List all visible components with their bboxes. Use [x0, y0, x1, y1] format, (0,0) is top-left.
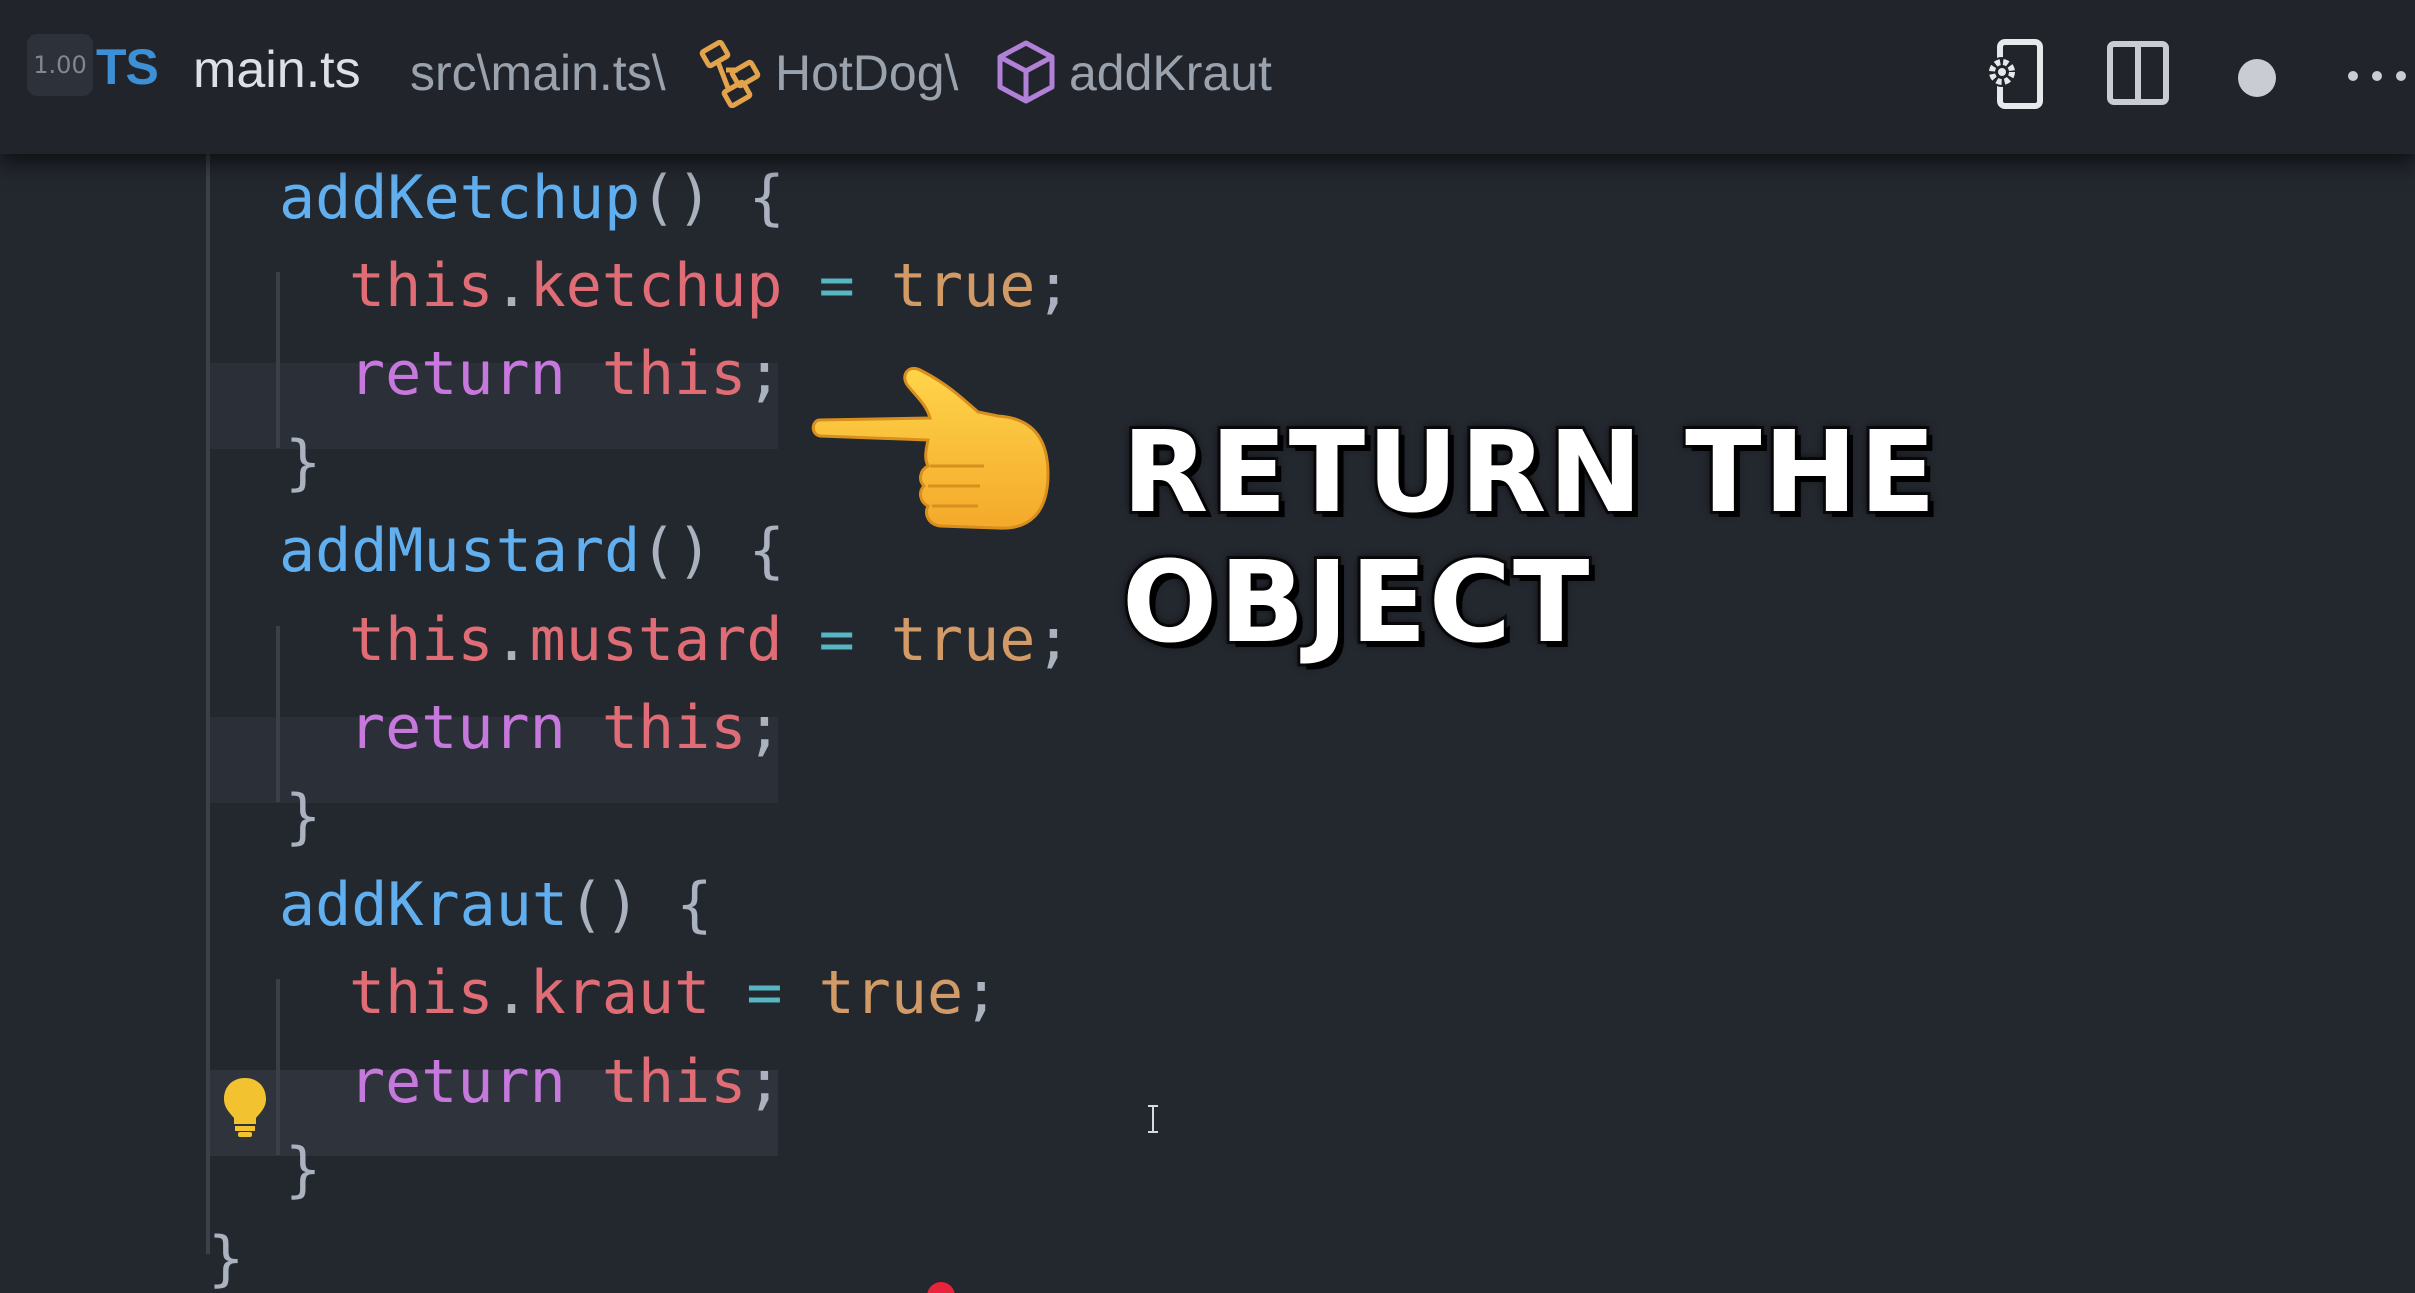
method-cube-icon	[997, 40, 1055, 104]
code-line[interactable]: }	[285, 773, 321, 861]
editor-tab-filename[interactable]: main.ts	[193, 40, 361, 100]
code-token: this	[349, 958, 494, 1028]
code-line[interactable]: this.mustard = true;	[349, 596, 1072, 684]
code-line[interactable]: addKetchup() {	[279, 154, 785, 242]
code-token: true	[890, 605, 1036, 675]
code-token: .	[493, 251, 530, 321]
text-cursor-icon	[1148, 1105, 1158, 1133]
code-token: return	[349, 339, 566, 409]
class-symbol-icon	[699, 40, 761, 108]
code-token: ketchup	[529, 251, 783, 321]
code-token: this	[601, 1047, 747, 1117]
code-editor[interactable]: addKetchup() {this.ketchup = true; return…	[0, 154, 2415, 1293]
code-token: }	[285, 428, 322, 498]
more-actions-icon[interactable]	[2345, 66, 2415, 86]
code-token: ;	[746, 1047, 783, 1117]
code-token: ;	[1035, 605, 1072, 675]
breadcrumb-method[interactable]: addKraut	[1069, 44, 1272, 102]
pointing-right-hand-icon	[811, 367, 1050, 530]
code-token: this	[601, 693, 747, 763]
editor-title-bar: 1.00 TS main.ts src\main.ts\ HotDog\ add…	[0, 0, 2415, 154]
lightbulb-icon[interactable]	[220, 1074, 270, 1140]
unsaved-dot-icon[interactable]	[2238, 59, 2276, 97]
code-token: this	[349, 605, 494, 675]
code-token: addKraut	[279, 870, 568, 940]
code-token: () {	[567, 870, 713, 940]
code-line[interactable]: }	[285, 1126, 321, 1214]
code-token: () {	[640, 516, 785, 586]
breadcrumb-file-path[interactable]: src\main.ts\	[410, 44, 666, 102]
code-token: return	[349, 693, 566, 763]
code-line[interactable]: this.kraut = true;	[349, 949, 999, 1037]
code-token: =	[818, 251, 855, 321]
code-token: }	[285, 1135, 322, 1205]
zoom-level-badge: 1.00	[27, 34, 93, 96]
code-line[interactable]: return this;	[349, 330, 783, 418]
code-token: this	[601, 339, 747, 409]
code-line[interactable]: addKraut() {	[279, 861, 712, 949]
code-token: addMustard	[279, 516, 641, 586]
code-token: this	[349, 251, 494, 321]
settings-icon[interactable]	[1982, 38, 2046, 110]
split-editor-icon[interactable]	[2106, 40, 2170, 106]
code-token: =	[746, 958, 783, 1028]
code-line[interactable]: this.ketchup = true;	[349, 242, 1072, 330]
code-line[interactable]: }	[208, 1215, 244, 1293]
code-line[interactable]: addMustard() {	[279, 507, 785, 595]
indent-guide	[276, 979, 280, 1155]
code-line[interactable]: return this;	[349, 684, 783, 772]
code-line[interactable]: return this;	[349, 1038, 783, 1126]
indent-guide	[276, 626, 280, 802]
code-token: ;	[746, 339, 783, 409]
code-token: ;	[1035, 251, 1072, 321]
callout-text: RETURN THE OBJECT	[1119, 405, 1939, 671]
code-token: .	[493, 605, 530, 675]
code-token: =	[818, 605, 855, 675]
typescript-file-icon: TS	[96, 39, 159, 95]
code-token: kraut	[529, 958, 711, 1028]
code-token: addKetchup	[279, 163, 641, 233]
code-token: ;	[746, 693, 783, 763]
code-token: return	[349, 1047, 566, 1117]
code-token: .	[493, 958, 530, 1028]
code-token: mustard	[529, 605, 783, 675]
code-token: () {	[640, 163, 785, 233]
code-token: true	[890, 251, 1036, 321]
code-token: ;	[963, 958, 1000, 1028]
code-token: }	[208, 1224, 245, 1293]
code-line[interactable]: }	[285, 419, 321, 507]
indent-guide	[276, 272, 280, 448]
indent-guide	[206, 154, 210, 1254]
code-token: true	[818, 958, 964, 1028]
code-token: }	[285, 782, 322, 852]
breadcrumb-class[interactable]: HotDog\	[775, 44, 958, 102]
